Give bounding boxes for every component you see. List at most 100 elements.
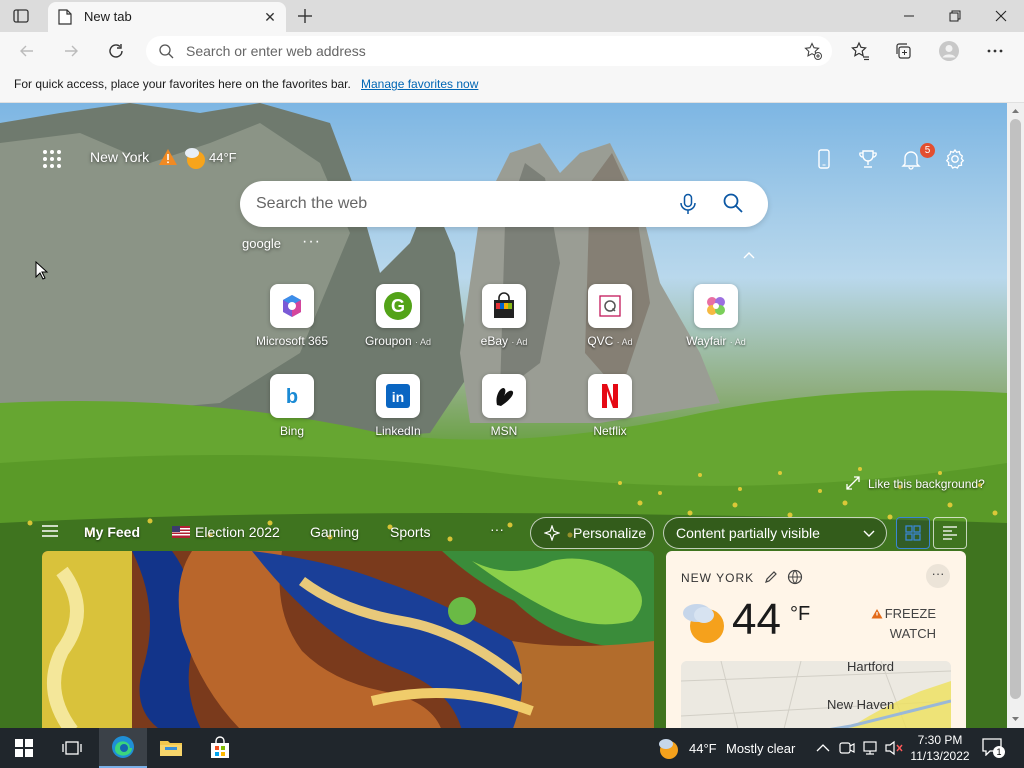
svg-text:b: b [286,386,298,408]
browser-titlebar: New tab ✕ [0,0,1024,32]
tile-netflix[interactable]: Netflix [565,374,655,446]
us-flag-icon [172,526,190,538]
weather-temperature[interactable]: 44°F [209,150,237,165]
notifications-bell-icon[interactable] [900,148,922,170]
msn-icon [482,374,526,418]
new-tab-button[interactable] [294,5,316,27]
feed-navigation: My Feed Election 2022 Gaming Sports ··· … [0,511,1007,551]
svg-text:G: G [391,296,405,316]
rewards-trophy-icon[interactable] [857,148,879,170]
tile-wayfair[interactable]: Wayfair · Ad [671,284,761,356]
taskbar-microsoft-store[interactable] [196,728,244,768]
weather-card[interactable]: NEW YORK ··· 44 °F FREEZE WATCH Hartford… [666,551,966,728]
tile-ebay[interactable]: eBay · Ad [459,284,549,356]
feed-tab-election[interactable]: Election 2022 [172,524,280,540]
mobile-icon[interactable] [813,148,835,170]
personalize-button[interactable]: Personalize [530,517,654,549]
profile-avatar[interactable] [938,40,960,62]
bing-icon: b [270,374,314,418]
tile-label: eBay [480,334,508,348]
feed-tab-label: Election 2022 [195,524,280,540]
weather-alert-icon[interactable] [158,147,178,170]
feed-hero-image[interactable] [42,551,654,728]
moon-cloud-icon [683,604,724,643]
collapse-chevron-icon[interactable] [742,247,756,263]
feed-more-icon[interactable]: ··· [490,521,504,537]
tile-linkedin[interactable]: in LinkedIn [353,374,443,446]
refresh-icon[interactable] [105,40,127,62]
weather-moon-cloud-icon[interactable] [182,145,208,174]
apps-grid-icon[interactable] [42,149,62,169]
action-center-button[interactable]: 1 [982,738,1005,758]
qvc-icon [588,284,632,328]
tile-qvc[interactable]: QVC · Ad [565,284,655,356]
content-visibility-dropdown[interactable]: Content partially visible [663,517,887,549]
tile-msn[interactable]: MSN [459,374,549,446]
taskbar-weather-text[interactable]: Mostly clear [726,741,795,756]
svg-text:in: in [392,389,404,405]
weather-more-options-icon[interactable]: ··· [926,564,950,588]
web-search-input[interactable] [256,181,656,227]
ad-tag: · Ad [616,337,633,347]
tab-title: New tab [84,9,132,24]
restore-button[interactable] [932,0,978,32]
ad-tag: · Ad [415,337,432,347]
menu-icon[interactable] [42,525,58,540]
wayfair-icon [694,284,738,328]
network-icon [863,741,877,755]
back-icon[interactable] [16,40,38,62]
close-tab-icon[interactable]: ✕ [262,9,278,25]
taskbar-weather-temp[interactable]: 44°F [689,741,717,756]
mouse-cursor-icon [35,261,49,280]
clock-time: 7:30 PM [917,733,963,747]
page-settings-gear-icon[interactable] [944,148,966,170]
favorites-icon[interactable] [849,40,871,62]
weather-map[interactable]: Hartford New Haven [681,661,951,728]
weather-card-temp: 44 [732,595,781,644]
feed-tab-gaming[interactable]: Gaming [310,524,359,540]
address-input[interactable] [186,36,786,66]
search-submit-icon[interactable] [722,192,744,217]
expand-icon [846,476,860,490]
task-view-button[interactable] [48,728,96,768]
taskbar-weather-moon-icon [659,739,678,759]
tile-groupon[interactable]: G Groupon · Ad [353,284,443,356]
minimize-button[interactable] [886,0,932,32]
taskbar-clock[interactable]: 7:30 PM 11/13/2022 [910,732,970,764]
close-window-button[interactable] [978,0,1024,32]
grid-view-button[interactable] [896,517,930,549]
manage-favorites-link[interactable]: Manage favorites now [361,77,478,91]
page-scrollbar[interactable] [1007,103,1024,728]
windows-taskbar: 44°F Mostly clear 7:30 PM 11/13/2022 1 [0,728,1024,768]
forward-icon[interactable] [60,40,82,62]
settings-more-icon[interactable] [984,40,1006,62]
list-view-icon [943,526,957,540]
tile-label: Groupon [364,334,412,348]
collections-icon[interactable] [893,40,915,62]
taskbar-file-explorer[interactable] [147,728,195,768]
microphone-icon[interactable] [678,193,698,218]
taskbar-edge[interactable] [99,728,147,768]
start-button[interactable] [0,728,48,768]
scrollbar-thumb[interactable] [1010,119,1021,699]
action-center-badge: 1 [993,746,1005,758]
weather-location[interactable]: New York [90,149,149,165]
tile-microsoft-365[interactable]: Microsoft 365 [247,284,337,356]
new-tab-page: New York 44°F 5 google ··· Microsoft [0,103,1007,728]
map-label-new-haven: New Haven [827,697,895,712]
search-suggestion[interactable]: google [242,236,281,251]
like-background-link[interactable]: Like this background? [846,476,985,491]
add-favorite-icon[interactable] [804,42,822,63]
tab-new-tab[interactable]: New tab ✕ [48,2,286,32]
list-view-button[interactable] [933,517,967,549]
feed-tab-sports[interactable]: Sports [390,524,430,540]
page-icon [58,9,72,25]
freeze-watch-alert[interactable]: FREEZE WATCH [856,604,936,644]
tile-bing[interactable]: b Bing [247,374,337,446]
more-suggestions-icon[interactable]: ··· [302,233,321,251]
web-search-box[interactable] [240,181,768,227]
tab-actions-icon[interactable] [12,7,30,25]
feed-tab-my-feed[interactable]: My Feed [84,524,140,540]
weather-card-unit: °F [790,603,811,625]
address-bar[interactable] [146,36,832,66]
